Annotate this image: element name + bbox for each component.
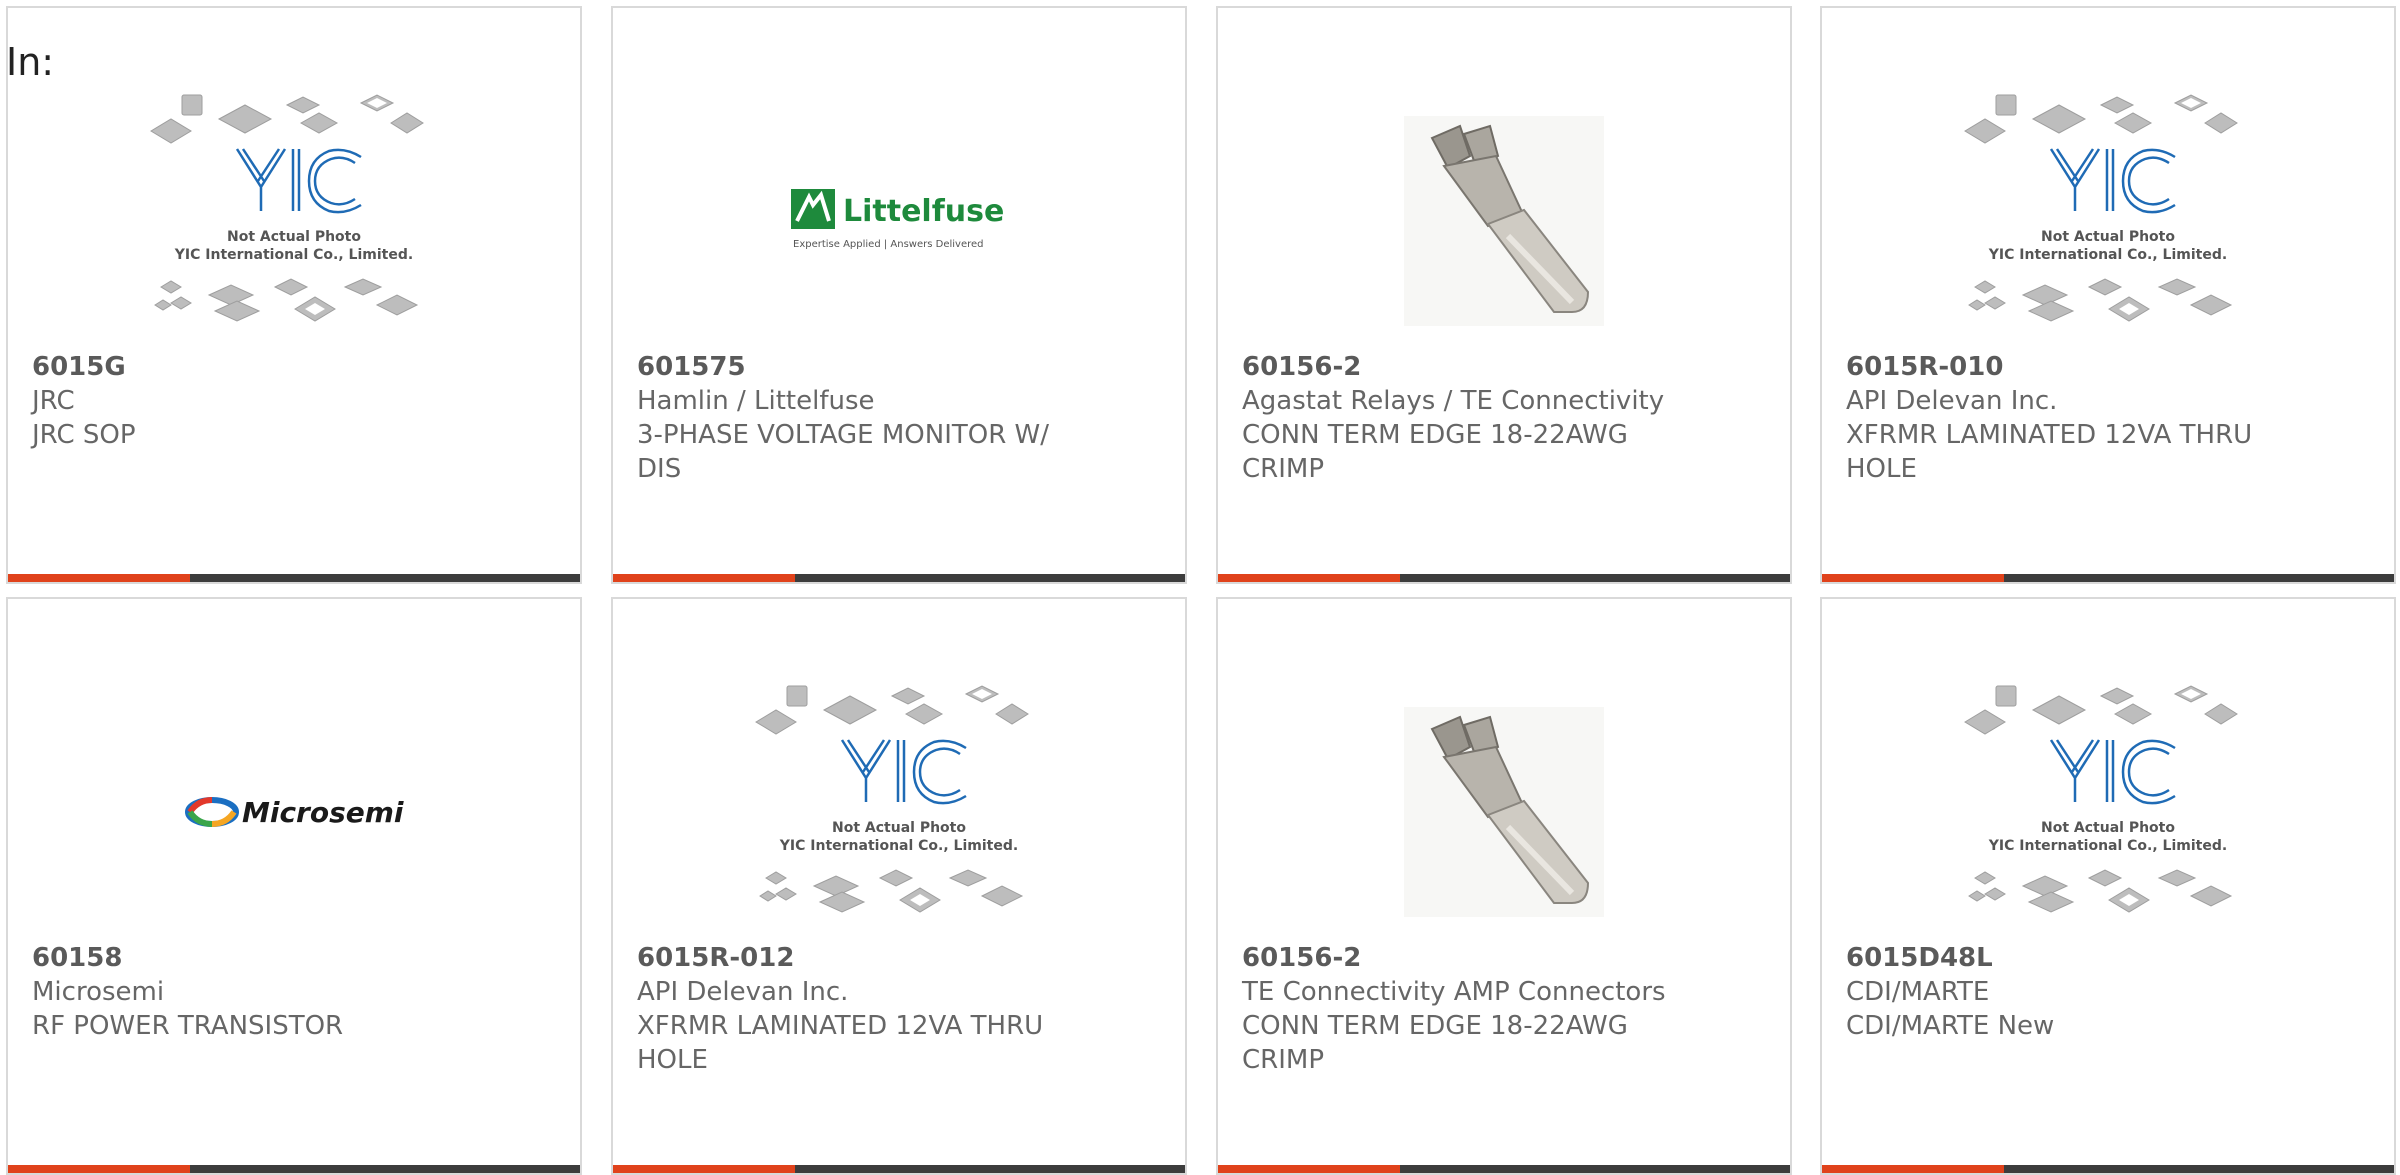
product-card[interactable]: 60156-2 TE Connectivity AMP Connectors CON… <box>1216 597 1792 1175</box>
product-info: 601575 Hamlin / Littelfuse 3-PHASE VOLTAGE… <box>637 350 1065 486</box>
crimp-terminal-photo <box>1404 707 1604 917</box>
part-number[interactable]: 6015G <box>32 350 460 384</box>
card-accent-bar <box>1822 1165 2004 1173</box>
card-bottom-bar <box>1218 1165 1790 1173</box>
crimp-terminal-photo <box>1404 116 1604 326</box>
product-card[interactable]: Not Actual Photo YIC International Co., … <box>1820 597 2396 1175</box>
product-description: CONN TERM EDGE 18-22AWG CRIMP <box>1242 1011 1628 1075</box>
product-info: 60156-2 Agastat Relays / TE Connectivity C… <box>1242 350 1670 486</box>
manufacturer-name: CDI/MARTE <box>1846 977 1990 1007</box>
card-accent-bar <box>8 1165 190 1173</box>
product-info: 6015D48L CDI/MARTE CDI/MARTE New <box>1846 941 2274 1043</box>
card-accent-bar <box>1218 1165 1400 1173</box>
product-description: 3-PHASE VOLTAGE MONITOR W/ DIS <box>637 420 1050 484</box>
svg-text:YIC International Co., Limited: YIC International Co., Limited. <box>779 838 1018 854</box>
product-description: XFRMR LAMINATED 12VA THRU HOLE <box>637 1011 1044 1075</box>
part-number[interactable]: 6015R-012 <box>637 941 1065 975</box>
product-card[interactable]: 60156-2 Agastat Relays / TE Connectivity C… <box>1216 6 1792 584</box>
manufacturer-name: API Delevan Inc. <box>637 977 849 1007</box>
card-bottom-bar <box>613 1165 1185 1173</box>
product-description: RF POWER TRANSISTOR <box>32 1011 344 1041</box>
card-bottom-bar <box>8 1165 580 1173</box>
card-accent-bar <box>1218 574 1400 582</box>
card-accent-bar <box>1822 574 2004 582</box>
product-card[interactable]: Not Actual Photo YIC International Co., … <box>611 597 1187 1175</box>
product-image[interactable]: Not Actual Photo YIC International Co., … <box>1822 86 2394 356</box>
product-card[interactable]: Microsemi 60158 Microsemi RF POWER TRANSIS… <box>6 597 582 1175</box>
manufacturer-name: Microsemi <box>32 977 165 1007</box>
product-info: 60156-2 TE Connectivity AMP Connectors CON… <box>1242 941 1670 1077</box>
svg-text:Not Actual Photo: Not Actual Photo <box>2041 820 2175 836</box>
part-number[interactable]: 60156-2 <box>1242 941 1670 975</box>
littelfuse-logo: Littelfuse Expertise Applied | Answers D… <box>791 189 1004 250</box>
page-heading: In: <box>6 40 55 84</box>
card-bottom-bar <box>613 574 1185 582</box>
card-bottom-bar <box>1218 574 1790 582</box>
manufacturer-name: API Delevan Inc. <box>1846 386 2058 416</box>
svg-text:Not Actual Photo: Not Actual Photo <box>2041 229 2175 245</box>
product-image[interactable]: Littelfuse Expertise Applied | Answers D… <box>613 86 1185 356</box>
product-image[interactable] <box>1218 677 1790 947</box>
yic-placeholder-image: Not Actual Photo YIC International Co., … <box>150 94 424 322</box>
svg-text:YIC International Co., Limited: YIC International Co., Limited. <box>174 247 413 263</box>
product-description: CONN TERM EDGE 18-22AWG CRIMP <box>1242 420 1628 484</box>
card-bottom-bar <box>8 574 580 582</box>
product-info: 60158 Microsemi RF POWER TRANSISTOR <box>32 941 460 1043</box>
microsemi-logo: Microsemi <box>185 796 404 829</box>
product-description: XFRMR LAMINATED 12VA THRU HOLE <box>1846 420 2253 484</box>
svg-text:Littelfuse: Littelfuse <box>843 194 1004 229</box>
card-bottom-bar <box>1822 1165 2394 1173</box>
product-info: 6015R-010 API Delevan Inc. XFRMR LAMINATED… <box>1846 350 2274 486</box>
manufacturer-name: Hamlin / Littelfuse <box>637 386 875 416</box>
part-number[interactable]: 601575 <box>637 350 1065 384</box>
product-image[interactable]: Microsemi <box>8 677 580 947</box>
product-description: JRC SOP <box>32 420 136 450</box>
yic-placeholder-image: Not Actual Photo YIC International Co., … <box>755 685 1029 913</box>
product-card[interactable]: Not Actual Photo YIC International Co., … <box>6 6 582 584</box>
card-accent-bar <box>8 574 190 582</box>
part-number[interactable]: 6015R-010 <box>1846 350 2274 384</box>
part-number[interactable]: 60158 <box>32 941 460 975</box>
manufacturer-name: JRC <box>32 386 75 416</box>
product-info: 6015R-012 API Delevan Inc. XFRMR LAMINATED… <box>637 941 1065 1077</box>
product-image[interactable]: Not Actual Photo YIC International Co., … <box>1822 677 2394 947</box>
card-bottom-bar <box>1822 574 2394 582</box>
manufacturer-name: Agastat Relays / TE Connectivity <box>1242 386 1665 416</box>
svg-text:Microsemi: Microsemi <box>242 796 404 829</box>
card-accent-bar <box>613 1165 795 1173</box>
part-number[interactable]: 6015D48L <box>1846 941 2274 975</box>
svg-text:Not Actual Photo: Not Actual Photo <box>227 229 361 245</box>
product-card[interactable]: Not Actual Photo YIC International Co., … <box>1820 6 2396 584</box>
card-accent-bar <box>613 574 795 582</box>
svg-text:Not Actual Photo: Not Actual Photo <box>832 820 966 836</box>
product-info: 6015G JRC JRC SOP <box>32 350 460 452</box>
product-image[interactable]: Not Actual Photo YIC International Co., … <box>613 677 1185 947</box>
product-image[interactable]: Not Actual Photo YIC International Co., … <box>8 86 580 356</box>
svg-text:YIC International Co., Limited: YIC International Co., Limited. <box>1988 247 2227 263</box>
svg-text:YIC International Co., Limited: YIC International Co., Limited. <box>1988 838 2227 854</box>
product-image[interactable] <box>1218 86 1790 356</box>
product-card[interactable]: Littelfuse Expertise Applied | Answers D… <box>611 6 1187 584</box>
manufacturer-name: TE Connectivity AMP Connectors <box>1242 977 1666 1007</box>
yic-placeholder-image: Not Actual Photo YIC International Co., … <box>1964 94 2238 322</box>
yic-placeholder-image: Not Actual Photo YIC International Co., … <box>1964 685 2238 913</box>
svg-text:Expertise Applied | Answers De: Expertise Applied | Answers Delivered <box>793 239 984 250</box>
product-description: CDI/MARTE New <box>1846 1011 2055 1041</box>
part-number[interactable]: 60156-2 <box>1242 350 1670 384</box>
